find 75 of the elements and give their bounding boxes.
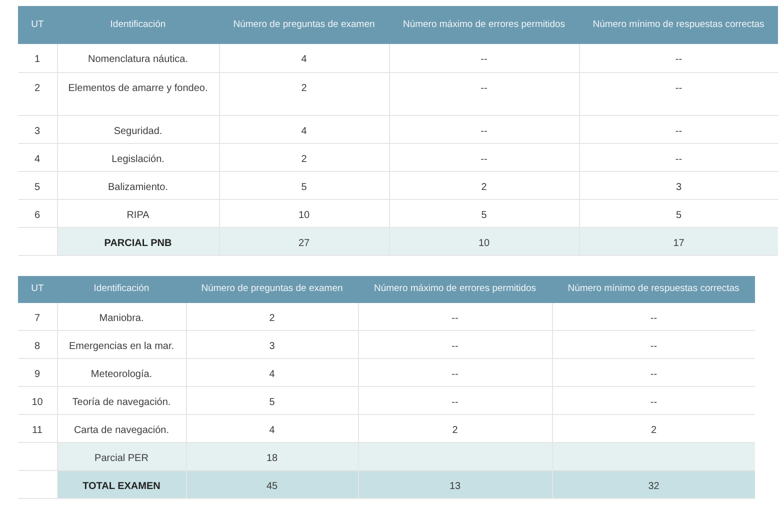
- table-cell: --: [389, 143, 579, 171]
- table-cell: Maniobra.: [57, 302, 186, 330]
- table-cell: 2: [186, 302, 358, 330]
- table-cell: 5: [18, 171, 57, 199]
- table-cell: RIPA: [57, 199, 219, 227]
- table-cell: Parcial PER: [57, 442, 186, 470]
- table-cell: 2: [219, 72, 389, 115]
- table-cell: 5: [579, 199, 778, 227]
- table-cell: 2: [389, 171, 579, 199]
- table-cell: 45: [186, 470, 358, 498]
- table-cell: --: [389, 44, 579, 72]
- table-cell: Meteorología.: [57, 358, 186, 386]
- table-cell: 10: [18, 386, 57, 414]
- table-cell: --: [358, 330, 552, 358]
- table-cell: 2: [552, 414, 755, 442]
- column-header: Número máximo de errores permitidos: [358, 276, 552, 302]
- table-cell: Seguridad.: [57, 115, 219, 143]
- table-cell: --: [552, 330, 755, 358]
- table-cell: --: [579, 115, 778, 143]
- table-cell: --: [552, 302, 755, 330]
- table-cell: 8: [18, 330, 57, 358]
- table-cell: TOTAL EXAMEN: [57, 470, 186, 498]
- column-header: Número máximo de errores permitidos: [389, 6, 579, 44]
- table-cell: 11: [18, 414, 57, 442]
- table-cell: 17: [579, 227, 778, 255]
- table-cell: 1: [18, 44, 57, 72]
- column-header: Número de preguntas de examen: [219, 6, 389, 44]
- column-header: Número de preguntas de examen: [186, 276, 358, 302]
- table-cell: 4: [18, 143, 57, 171]
- table-cell: 27: [219, 227, 389, 255]
- table-cell: --: [579, 72, 778, 115]
- table-cell: --: [358, 358, 552, 386]
- table-cell: --: [389, 72, 579, 115]
- table-cell: --: [579, 143, 778, 171]
- table-cell: Teoría de navegación.: [57, 386, 186, 414]
- table-cell: 10: [219, 199, 389, 227]
- table-cell: --: [389, 115, 579, 143]
- table-cell: 4: [186, 358, 358, 386]
- table-cell: Elementos de amarre y fondeo.: [57, 72, 219, 115]
- table-cell: 3: [18, 115, 57, 143]
- table-cell: PARCIAL PNB: [57, 227, 219, 255]
- table-cell: --: [358, 302, 552, 330]
- table-cell: --: [552, 386, 755, 414]
- table-cell: Carta de navegación.: [57, 414, 186, 442]
- table-cell: 3: [579, 171, 778, 199]
- table-cell: 18: [186, 442, 358, 470]
- table-cell: 2: [219, 143, 389, 171]
- column-header: Número mínimo de respuestas correctas: [552, 276, 755, 302]
- column-header: UT: [18, 276, 57, 302]
- table-cell: Balizamiento.: [57, 171, 219, 199]
- table-cell: 5: [186, 386, 358, 414]
- table-cell: 5: [219, 171, 389, 199]
- table-cell: 4: [219, 115, 389, 143]
- table-cell: 6: [18, 199, 57, 227]
- table-cell: 2: [18, 72, 57, 115]
- table-cell: 13: [358, 470, 552, 498]
- table-cell: Nomenclatura náutica.: [57, 44, 219, 72]
- table-cell: --: [579, 44, 778, 72]
- column-header: Identificación: [57, 6, 219, 44]
- table-cell: --: [358, 386, 552, 414]
- column-header: Número mínimo de respuestas correctas: [579, 6, 778, 44]
- table-cell: 7: [18, 302, 57, 330]
- table-cell: 5: [389, 199, 579, 227]
- table-cell: --: [552, 358, 755, 386]
- column-header: Identificación: [57, 276, 186, 302]
- table-cell: 9: [18, 358, 57, 386]
- table-cell: 32: [552, 470, 755, 498]
- column-header: UT: [18, 6, 57, 44]
- table-cell: 3: [186, 330, 358, 358]
- table-cell: 10: [389, 227, 579, 255]
- table-cell: Emergencias en la mar.: [57, 330, 186, 358]
- table-cell: 4: [186, 414, 358, 442]
- table-cell: 4: [219, 44, 389, 72]
- table-cell: 2: [358, 414, 552, 442]
- table-cell: Legislación.: [57, 143, 219, 171]
